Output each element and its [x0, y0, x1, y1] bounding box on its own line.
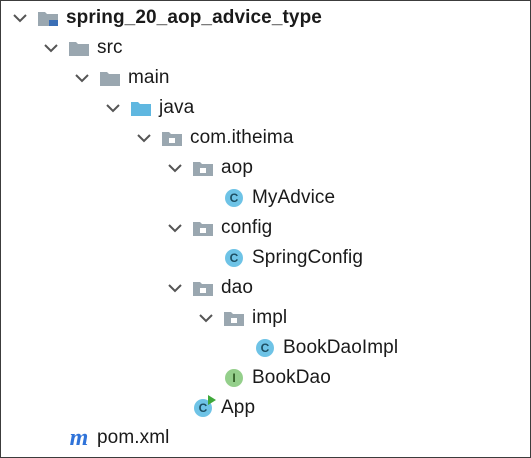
- interface-icon: I: [223, 368, 245, 388]
- module-folder-icon: [37, 8, 59, 28]
- class-icon: C: [254, 338, 276, 358]
- chevron-down-icon[interactable]: [133, 127, 155, 149]
- tree-row-pkg[interactable]: com.itheima: [1, 123, 530, 153]
- tree-row-label: dao: [221, 277, 254, 298]
- tree-row-label: spring_20_aop_advice_type: [66, 7, 322, 28]
- package-icon: [161, 128, 183, 148]
- tree-row-myadvice[interactable]: C MyAdvice: [1, 183, 530, 213]
- chevron-down-icon[interactable]: [164, 217, 186, 239]
- tree-row-bookdao[interactable]: I BookDao: [1, 363, 530, 393]
- tree-row-main[interactable]: main: [1, 63, 530, 93]
- tree-row-label: main: [128, 67, 170, 88]
- tree-row-bookdaoimpl[interactable]: C BookDaoImpl: [1, 333, 530, 363]
- class-icon: C: [223, 248, 245, 268]
- tree-row-label: SpringConfig: [252, 247, 364, 268]
- tree-row-aop[interactable]: aop: [1, 153, 530, 183]
- chevron-down-icon[interactable]: [164, 157, 186, 179]
- tree-row-impl[interactable]: impl: [1, 303, 530, 333]
- maven-icon: m: [69, 425, 89, 451]
- package-icon: [192, 218, 214, 238]
- class-icon: C: [223, 188, 245, 208]
- main-class-icon: C: [192, 395, 216, 418]
- tree-row-label: pom.xml: [97, 427, 170, 448]
- tree-row-dao[interactable]: dao: [1, 273, 530, 303]
- tree-row-pom[interactable]: m pom.xml: [1, 423, 530, 453]
- tree-row-label: src: [97, 37, 123, 58]
- tree-row-label: BookDao: [252, 367, 331, 388]
- tree-row-root[interactable]: spring_20_aop_advice_type: [1, 3, 530, 33]
- tree-row-label: com.itheima: [190, 127, 294, 148]
- tree-row-java[interactable]: java: [1, 93, 530, 123]
- tree-row-label: MyAdvice: [252, 187, 336, 208]
- tree-row-label: aop: [221, 157, 254, 178]
- folder-icon: [99, 68, 121, 88]
- chevron-down-icon[interactable]: [102, 97, 124, 119]
- chevron-down-icon[interactable]: [40, 37, 62, 59]
- package-icon: [192, 158, 214, 178]
- source-folder-icon: [130, 98, 152, 118]
- folder-icon: [68, 38, 90, 58]
- tree-row-springconfig[interactable]: C SpringConfig: [1, 243, 530, 273]
- chevron-down-icon[interactable]: [71, 67, 93, 89]
- tree-row-label: config: [221, 217, 273, 238]
- tree-row-label: BookDaoImpl: [283, 337, 399, 358]
- package-icon: [192, 278, 214, 298]
- tree-row-src[interactable]: src: [1, 33, 530, 63]
- tree-row-app[interactable]: C App: [1, 393, 530, 423]
- tree-row-label: App: [221, 397, 256, 418]
- tree-row-label: java: [159, 97, 195, 118]
- tree-row-config[interactable]: config: [1, 213, 530, 243]
- chevron-down-icon[interactable]: [195, 307, 217, 329]
- tree-row-label: impl: [252, 307, 288, 328]
- package-icon: [223, 308, 245, 328]
- chevron-down-icon[interactable]: [9, 7, 31, 29]
- project-tree-panel: spring_20_aop_advice_typesrc main java com.…: [0, 0, 531, 458]
- chevron-down-icon[interactable]: [164, 277, 186, 299]
